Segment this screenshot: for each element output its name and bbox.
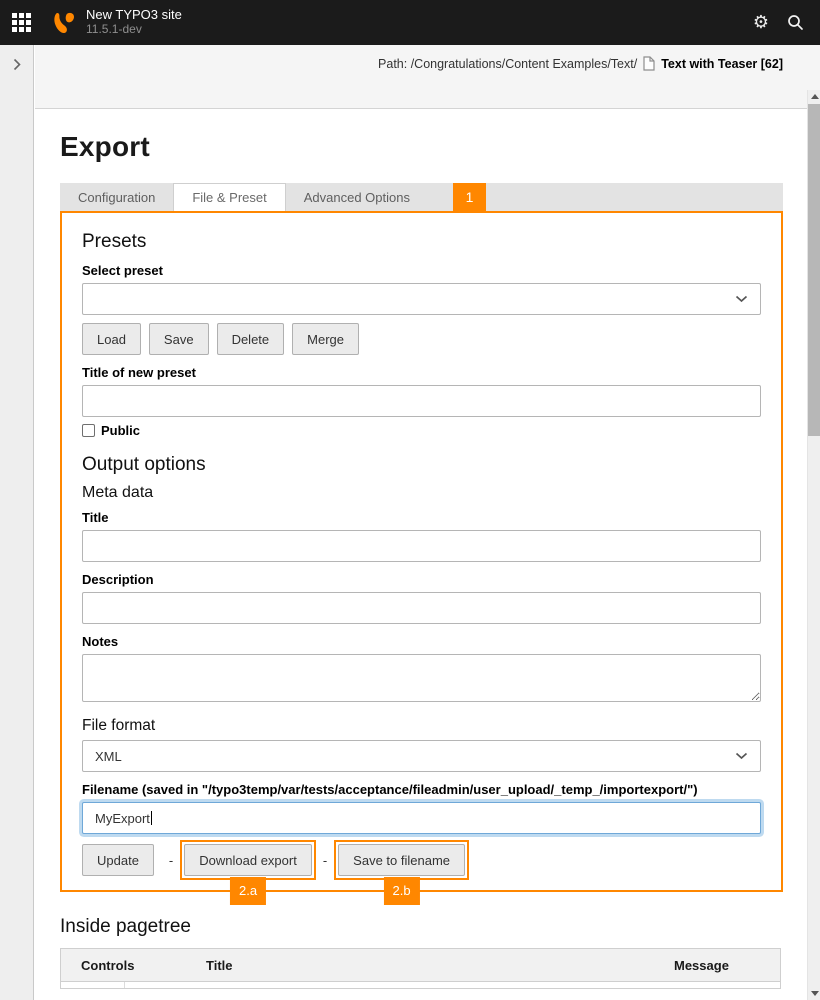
- typo3-version: 11.5.1-dev: [86, 23, 182, 37]
- meta-data-heading: Meta data: [82, 484, 761, 502]
- presets-heading: Presets: [82, 231, 761, 253]
- table-header-row: Controls Title Message: [61, 949, 780, 982]
- settings-button[interactable]: ⚙: [744, 0, 778, 45]
- apps-grid-icon: [12, 13, 31, 32]
- file-format-select[interactable]: XML: [82, 740, 761, 772]
- column-header-controls: Controls: [61, 958, 186, 973]
- triangle-down-icon: [811, 991, 819, 996]
- export-actions: Update - Download export 2.a - Save to f…: [82, 840, 761, 880]
- annotation-marker-1: 1: [453, 183, 486, 211]
- update-button[interactable]: Update: [82, 844, 154, 876]
- export-preview-table: Controls Title Message: [60, 948, 781, 989]
- new-preset-title-label: Title of new preset: [82, 365, 761, 380]
- search-icon: [787, 14, 804, 31]
- title-input[interactable]: [82, 530, 761, 562]
- site-name: New TYPO3 site: [86, 8, 182, 23]
- module-menu-toggle-button[interactable]: [0, 0, 42, 45]
- text-caret: [151, 811, 152, 825]
- annotation-box-save: Save to filename 2.b: [334, 840, 469, 880]
- record-title: Text with Teaser [62]: [661, 57, 783, 71]
- merge-button[interactable]: Merge: [292, 323, 359, 355]
- download-export-button[interactable]: Download export: [184, 844, 312, 876]
- chevron-down-icon: [735, 752, 748, 760]
- module-body: Export Configuration File & Preset Advan…: [35, 131, 820, 989]
- table-row: [61, 982, 780, 988]
- tab-file-preset[interactable]: File & Preset: [173, 183, 285, 211]
- scroll-up-button[interactable]: [808, 90, 820, 103]
- description-input[interactable]: [82, 592, 761, 624]
- typo3-backend: New TYPO3 site 11.5.1-dev ⚙: [0, 0, 820, 1000]
- separator-dash: -: [169, 853, 173, 868]
- expand-module-menu-button[interactable]: [0, 45, 34, 83]
- title-label: Title: [82, 510, 761, 525]
- filename-input[interactable]: MyExport: [82, 802, 761, 834]
- select-preset-label: Select preset: [82, 263, 761, 278]
- tab-configuration[interactable]: Configuration: [60, 183, 173, 211]
- module-frame: Path: /Congratulations/Content Examples/…: [35, 45, 820, 1000]
- new-preset-title-input[interactable]: [82, 385, 761, 417]
- annotation-marker-2b: 2.b: [384, 877, 420, 905]
- public-checkbox-label: Public: [101, 423, 140, 438]
- annotation-marker-2a: 2.a: [230, 877, 266, 905]
- preset-select[interactable]: [82, 283, 761, 315]
- app-body: Path: /Congratulations/Content Examples/…: [0, 45, 820, 1000]
- save-button[interactable]: Save: [149, 323, 209, 355]
- vertical-scrollbar[interactable]: [807, 90, 820, 1000]
- docheader: Path: /Congratulations/Content Examples/…: [35, 45, 820, 109]
- gear-icon: ⚙: [753, 14, 769, 32]
- page-path: Path: /Congratulations/Content Examples/…: [378, 57, 637, 71]
- topbar: New TYPO3 site 11.5.1-dev ⚙: [0, 0, 820, 45]
- breadcrumb: Path: /Congratulations/Content Examples/…: [35, 45, 820, 71]
- public-checkbox[interactable]: [82, 424, 95, 437]
- brand[interactable]: New TYPO3 site 11.5.1-dev: [50, 8, 182, 37]
- triangle-up-icon: [811, 94, 819, 99]
- preset-buttons: Load Save Delete Merge: [82, 323, 761, 355]
- load-button[interactable]: Load: [82, 323, 141, 355]
- filename-value: MyExport: [95, 811, 150, 826]
- notes-textarea[interactable]: [82, 654, 761, 702]
- scroll-down-button[interactable]: [808, 987, 820, 1000]
- site-info: New TYPO3 site 11.5.1-dev: [86, 8, 182, 37]
- tab-advanced-options[interactable]: Advanced Options: [286, 183, 428, 211]
- chevron-down-icon: [735, 295, 748, 303]
- file-format-value: XML: [95, 749, 122, 764]
- search-button[interactable]: [778, 0, 812, 45]
- tab-bar: Configuration File & Preset Advanced Opt…: [60, 183, 783, 211]
- page-title: Export: [60, 131, 820, 163]
- chevron-right-icon: [13, 58, 21, 71]
- inside-pagetree-heading: Inside pagetree: [60, 916, 820, 938]
- file-format-label: File format: [82, 717, 761, 735]
- typo3-logo-icon: [50, 9, 77, 36]
- filename-label: Filename (saved in "/typo3temp/var/tests…: [82, 782, 761, 797]
- save-to-filename-button[interactable]: Save to filename: [338, 844, 465, 876]
- delete-button[interactable]: Delete: [217, 323, 285, 355]
- file-preset-tab-panel: Presets Select preset Load Save Delete: [60, 211, 783, 892]
- scrollbar-thumb[interactable]: [808, 104, 820, 436]
- separator-dash: -: [323, 853, 327, 868]
- page-record-icon: [643, 56, 655, 71]
- description-label: Description: [82, 572, 761, 587]
- column-header-message: Message: [654, 958, 780, 973]
- module-menu-collapsed: [0, 45, 34, 1000]
- annotation-box-download: Download export 2.a: [180, 840, 316, 880]
- column-header-title: Title: [186, 958, 654, 973]
- notes-label: Notes: [82, 634, 761, 649]
- output-options-heading: Output options: [82, 454, 761, 476]
